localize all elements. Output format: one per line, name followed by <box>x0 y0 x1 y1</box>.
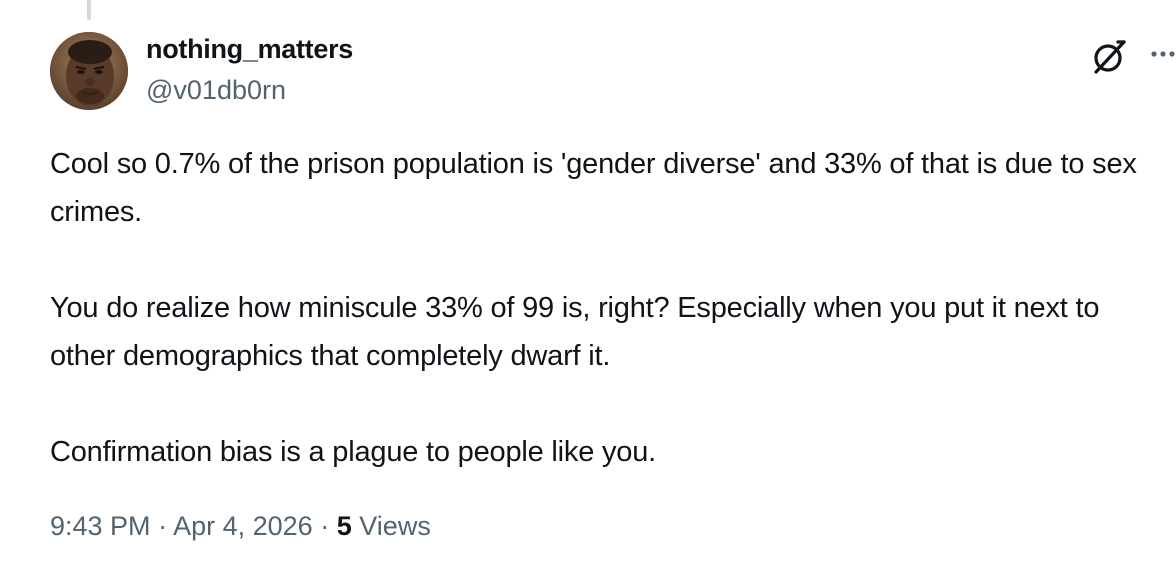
tweet-body: Cool so 0.7% of the prison population is… <box>50 140 1172 476</box>
views-count: 5 <box>336 511 352 541</box>
ellipsis-icon <box>1151 51 1175 57</box>
avatar[interactable] <box>50 32 128 110</box>
more-options-icon[interactable] <box>1148 36 1176 76</box>
thread-connector-line <box>87 0 91 20</box>
author-handle[interactable]: @v01db0rn <box>146 75 286 106</box>
tweet-paragraph: Confirmation bias is a plague to people … <box>50 436 657 468</box>
tweet-time[interactable]: 9:43 PM <box>50 511 151 541</box>
meta-separator: · <box>320 511 330 541</box>
tweet-date[interactable]: Apr 4, 2026 <box>173 511 313 541</box>
meta-separator: · <box>158 511 168 541</box>
avatar-image <box>50 32 128 110</box>
tweet-paragraph: You do realize how miniscule 33% of 99 i… <box>50 292 1100 372</box>
tweet-meta: 9:43 PM · Apr 4, 2026 · 5 Views <box>50 511 431 542</box>
tweet-paragraph: Cool so 0.7% of the prison population is… <box>50 148 1137 228</box>
grok-icon[interactable] <box>1090 36 1130 76</box>
views-label: Views <box>359 511 431 541</box>
grok-icon-glyph <box>1094 40 1126 74</box>
author-display-name[interactable]: nothing_matters <box>146 34 353 65</box>
